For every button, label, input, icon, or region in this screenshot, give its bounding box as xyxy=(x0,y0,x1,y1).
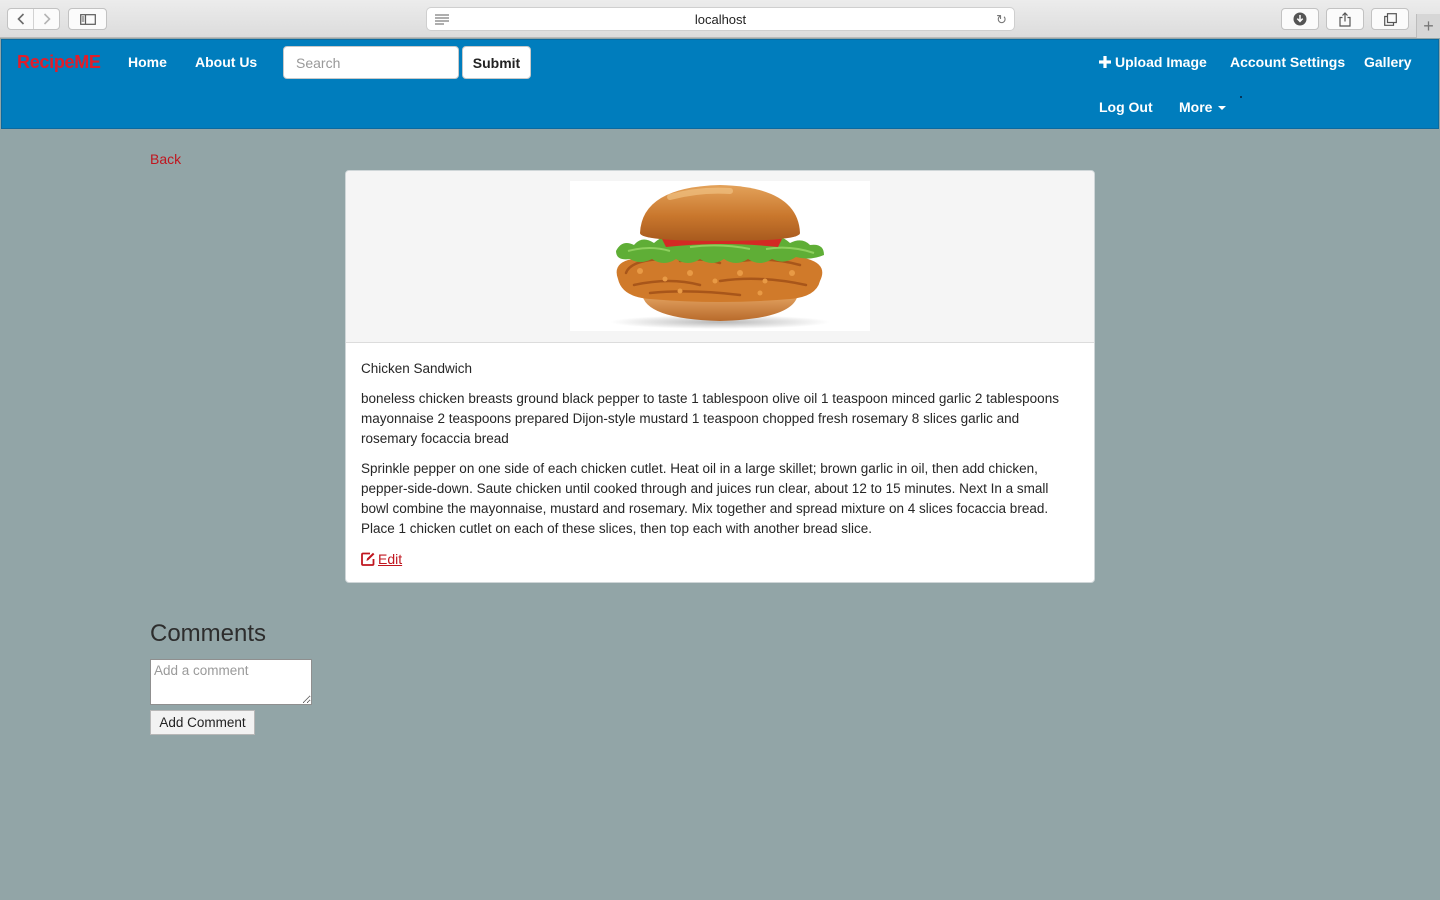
downloads-icon[interactable] xyxy=(1281,8,1319,30)
submit-button[interactable]: Submit xyxy=(462,46,531,79)
recipe-details: Chicken Sandwich boneless chicken breast… xyxy=(346,343,1094,572)
stray-dot xyxy=(1240,96,1242,98)
back-arrow-icon[interactable] xyxy=(8,9,33,29)
brand-logo[interactable]: RecipeME xyxy=(17,52,101,73)
recipe-title: Chicken Sandwich xyxy=(361,361,473,376)
recipe-image-panel xyxy=(346,171,1094,343)
address-bar[interactable]: localhost ↻ xyxy=(426,7,1015,31)
recipe-directions: Sprinkle pepper on one side of each chic… xyxy=(361,461,1049,536)
recipe-photo xyxy=(570,181,870,331)
tabs-overview-icon[interactable] xyxy=(1371,8,1409,30)
plus-icon xyxy=(1099,56,1111,68)
share-icon[interactable] xyxy=(1326,8,1364,30)
comment-input[interactable] xyxy=(150,659,312,705)
sidebar-toggle-icon[interactable] xyxy=(68,8,107,30)
new-tab-icon[interactable]: + xyxy=(1416,14,1440,38)
site-navbar: RecipeME Home About Us Submit Upload Ima… xyxy=(1,39,1439,129)
nav-home[interactable]: Home xyxy=(128,54,167,70)
edit-icon xyxy=(361,552,378,566)
nav-more-dropdown[interactable]: More xyxy=(1179,99,1227,115)
recipe-ingredients: boneless chicken breasts ground black pe… xyxy=(361,391,1059,446)
nav-log-out[interactable]: Log Out xyxy=(1099,99,1153,115)
add-comment-button[interactable]: Add Comment xyxy=(150,710,255,735)
nav-about-us[interactable]: About Us xyxy=(195,54,257,70)
nav-upload-image-label: Upload Image xyxy=(1115,54,1207,70)
nav-account-settings[interactable]: Account Settings xyxy=(1230,54,1345,70)
caret-down-icon xyxy=(1218,106,1227,111)
reload-icon[interactable]: ↻ xyxy=(996,12,1007,28)
reader-icon[interactable] xyxy=(435,13,449,28)
nav-upload-image[interactable]: Upload Image xyxy=(1099,54,1207,70)
edit-label: Edit xyxy=(378,551,403,567)
search-input[interactable] xyxy=(283,46,459,79)
nav-gallery[interactable]: Gallery xyxy=(1364,54,1411,70)
comments-heading: Comments xyxy=(150,620,267,647)
edit-link[interactable]: Edit xyxy=(361,549,402,569)
back-link[interactable]: Back xyxy=(150,151,181,167)
nav-more-label: More xyxy=(1179,99,1213,115)
forward-arrow-icon[interactable] xyxy=(33,9,59,29)
history-buttons xyxy=(7,8,60,30)
browser-toolbar: localhost ↻ + xyxy=(0,0,1440,38)
url-text: localhost xyxy=(694,11,747,27)
recipe-card: Chicken Sandwich boneless chicken breast… xyxy=(345,170,1095,583)
